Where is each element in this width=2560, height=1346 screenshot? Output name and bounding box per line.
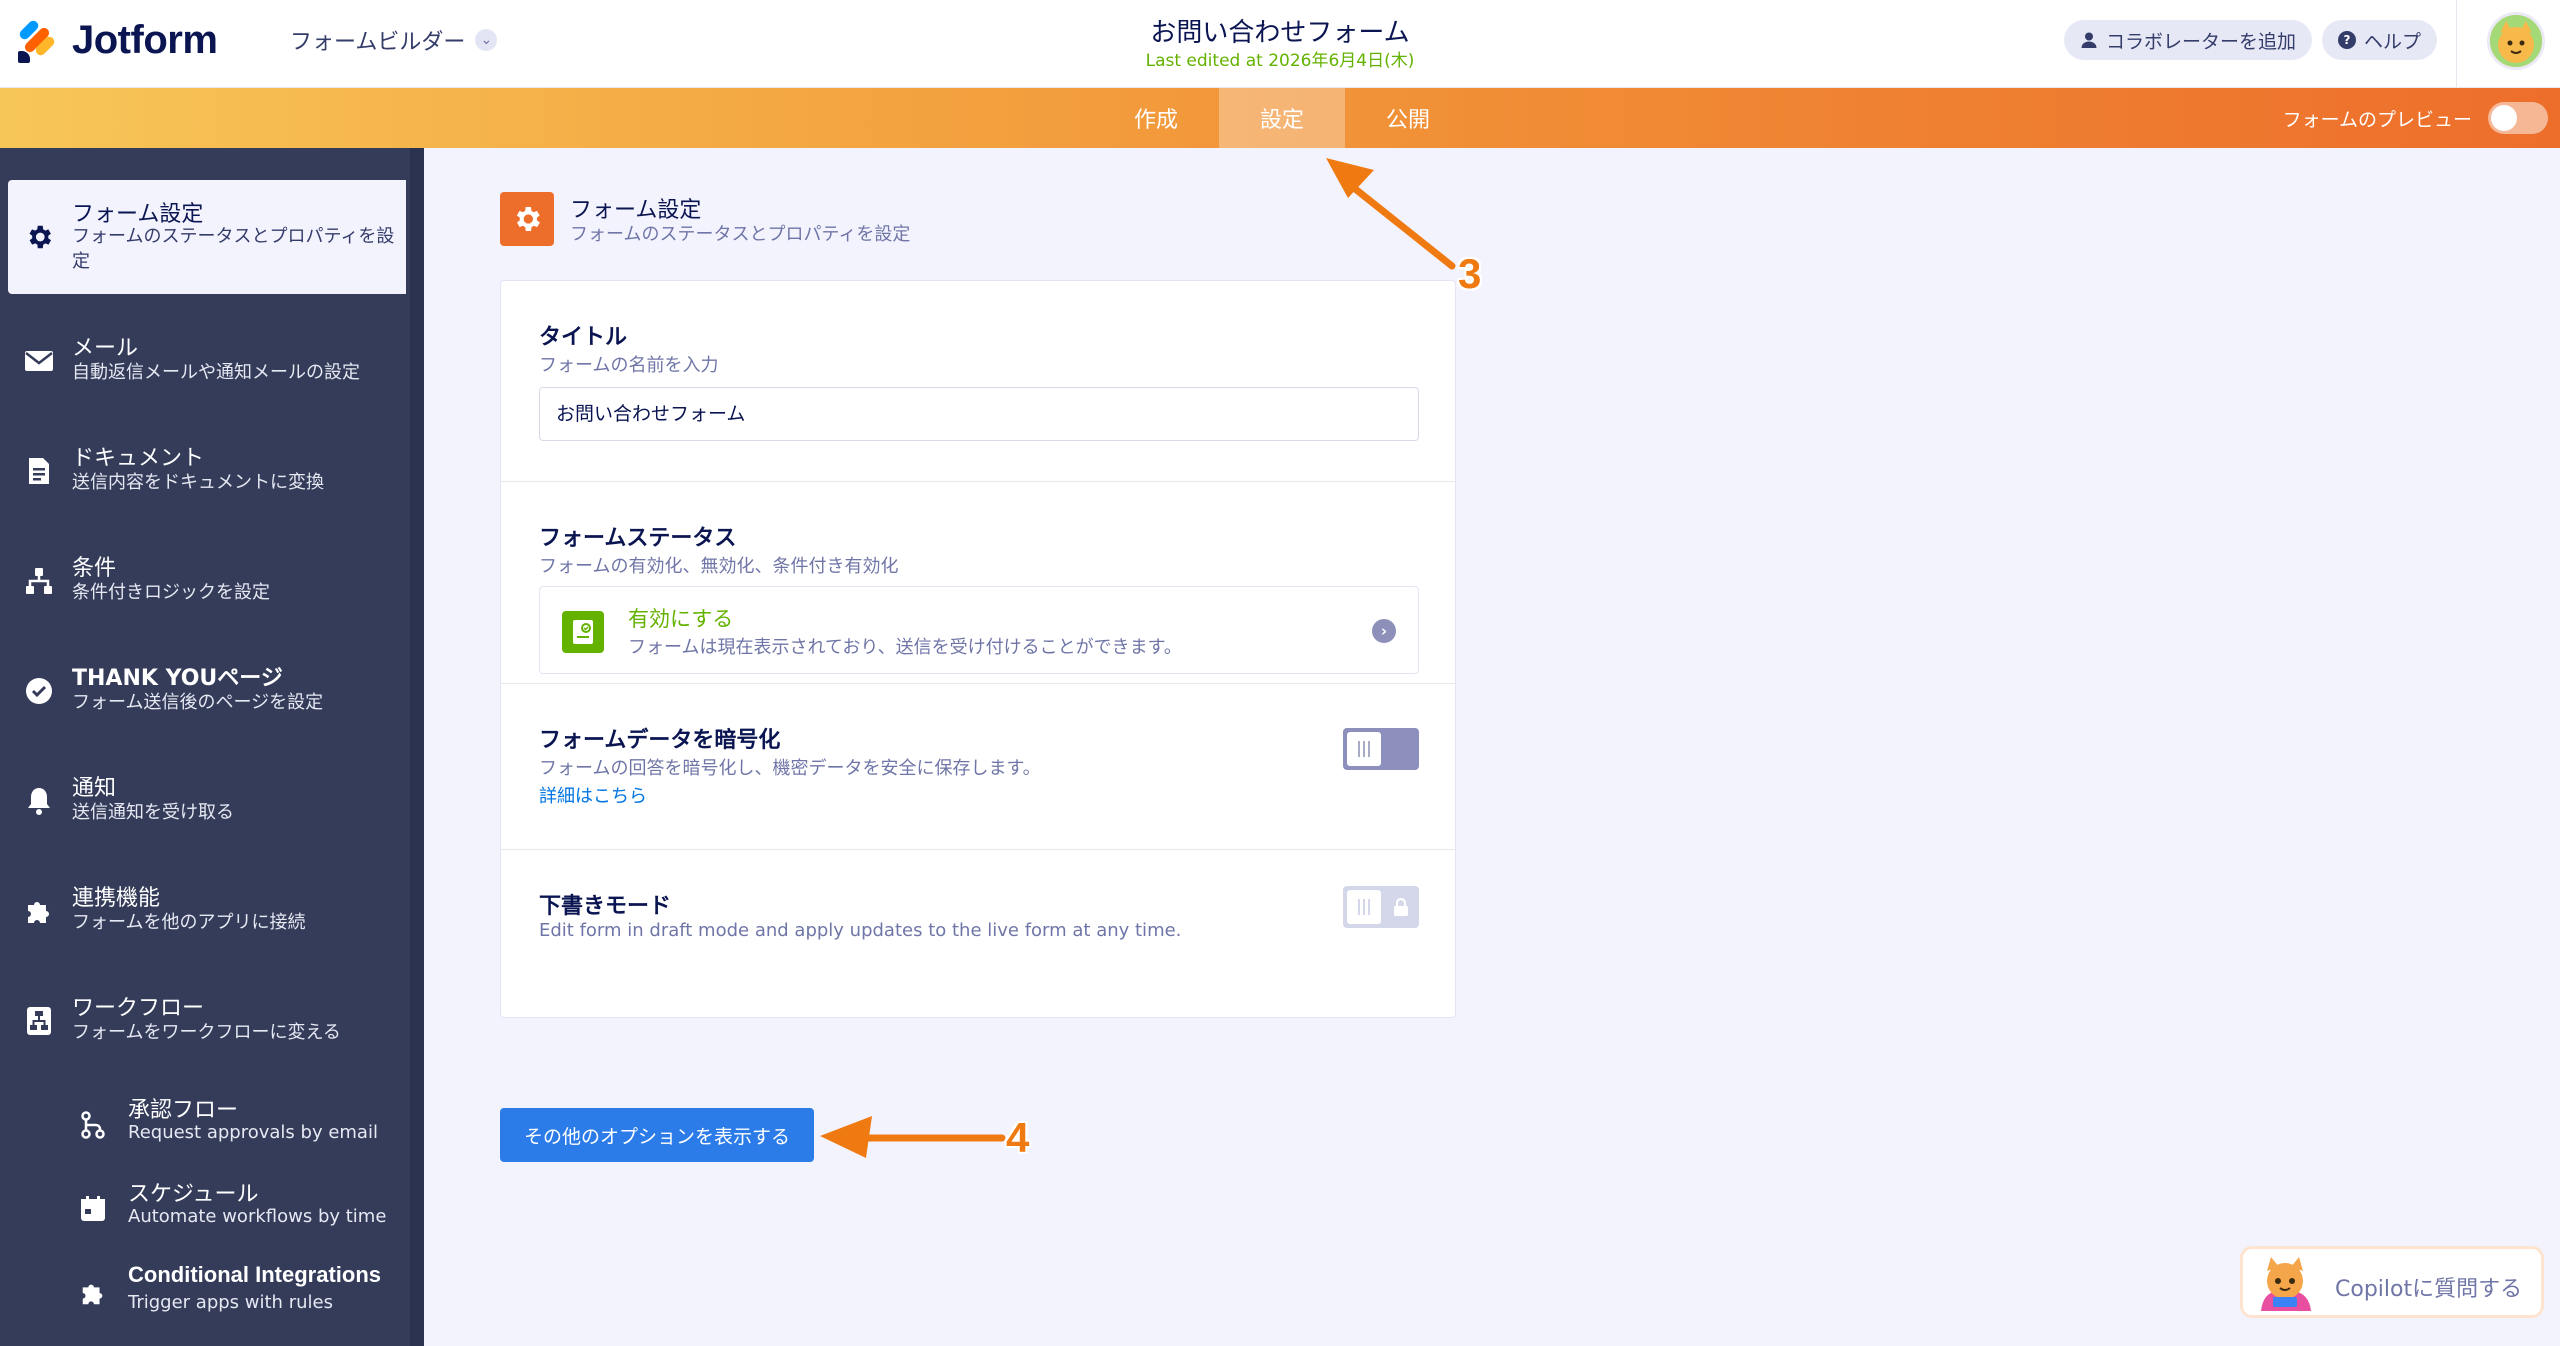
help-icon: ? [2338, 31, 2356, 49]
sidebar-item-title: スケジュール [128, 1182, 259, 1207]
gear-icon [22, 220, 56, 254]
title-label: タイトル [539, 325, 628, 350]
form-status-setting: フォームステータス フォームの有効化、無効化、条件付き有効化 有効にする フォー… [501, 481, 1455, 683]
document-icon [22, 454, 56, 488]
sidebar-item-subtitle: 送信通知を受け取る [72, 802, 234, 823]
encryption-label: フォームデータを暗号化 [539, 728, 781, 753]
help-label: ヘルプ [2364, 30, 2422, 53]
workflow-icon [22, 1004, 56, 1038]
sidebar-subitem-schedule[interactable]: スケジュール Automate workflows by time [0, 1168, 424, 1244]
help-button[interactable]: ? ヘルプ [2322, 20, 2438, 60]
status-description: フォームの有効化、無効化、条件付き有効化 [539, 556, 899, 577]
annotation-number-4: 4 [1006, 1114, 1030, 1161]
status-option-description: フォームは現在表示されており、送信を受け付けることができます。 [628, 637, 1182, 658]
tab-build[interactable]: 作成 [1093, 88, 1219, 148]
annotation-arrow-4 [820, 1116, 1006, 1158]
sidebar-scrollbar[interactable] [410, 148, 424, 1346]
calendar-icon [76, 1192, 110, 1226]
tab-publish-label: 公開 [1385, 108, 1430, 133]
sidebar-item-subtitle: 送信内容をドキュメントに変換 [72, 472, 324, 493]
sidebar-item-workflow[interactable]: ワークフロー フォームをワークフローに変える [0, 984, 424, 1074]
puzzle-icon [76, 1276, 110, 1310]
encryption-setting: フォームデータを暗号化 フォームの回答を暗号化し、機密データを安全に保存します。… [501, 683, 1455, 849]
tab-settings[interactable]: 設定 [1219, 88, 1345, 148]
sidebar-item-integrations[interactable]: 連携機能 フォームを他のアプリに接続 [0, 874, 424, 964]
sidebar-item-subtitle: 条件付きロジックを設定 [72, 582, 270, 603]
draft-mode-toggle[interactable] [1343, 886, 1419, 928]
tab-settings-label: 設定 [1259, 108, 1304, 133]
sidebar-item-subtitle: 自動返信メールや通知メールの設定 [72, 362, 360, 383]
status-option-title: 有効にする [628, 607, 734, 631]
top-header: Jotform フォームビルダー ⌄ お問い合わせフォーム Last edite… [0, 0, 2560, 88]
form-title-input[interactable]: お問い合わせフォーム [539, 387, 1419, 441]
draft-mode-label: 下書きモード [539, 894, 672, 919]
user-icon [2081, 32, 2097, 48]
sidebar-item-subtitle: フォームを他のアプリに接続 [72, 912, 306, 933]
draft-mode-setting: 下書きモード Edit form in draft mode and apply… [501, 849, 1455, 1017]
chevron-right-icon: › [1372, 619, 1396, 643]
annotation-number-3: 3 [1458, 250, 1482, 297]
status-label: フォームステータス [539, 526, 737, 551]
sidebar-item-conditions[interactable]: 条件 条件付きロジックを設定 [0, 544, 424, 634]
section-subtitle: フォームのステータスとプロパティを設定 [570, 224, 911, 245]
form-title[interactable]: お問い合わせフォーム [1150, 18, 1409, 48]
sidebar-subitem-conditional-integrations[interactable]: Conditional Integrations Trigger apps wi… [0, 1254, 424, 1330]
builder-nav-bar: 作成 設定 公開 フォームのプレビュー [0, 88, 2560, 148]
copilot-button[interactable]: Copilotに質問する [2240, 1246, 2544, 1318]
sidebar-subitem-approval-flow[interactable]: 承認フロー Request approvals by email [0, 1084, 424, 1160]
sidebar-item-subtitle: フォームをワークフローに変える [72, 1022, 341, 1043]
learn-more-link[interactable]: 詳細はこちら [539, 782, 647, 808]
status-selector[interactable]: 有効にする フォームは現在表示されており、送信を受け付けることができます。 › [539, 586, 1419, 674]
sidebar-item-subtitle: フォーム送信後のページを設定 [72, 692, 324, 713]
bell-icon [22, 784, 56, 818]
sidebar-item-form-settings[interactable]: フォーム設定 フォームのステータスとプロパティを設定 [8, 180, 406, 294]
sidebar-item-notifications[interactable]: 通知 送信通知を受け取る [0, 764, 424, 854]
settings-sidebar: フォーム設定 フォームのステータスとプロパティを設定 メール 自動返信メールや通… [0, 148, 424, 1346]
encryption-description: フォームの回答を暗号化し、機密データを安全に保存します。 [539, 758, 1041, 779]
sidebar-item-title: 承認フロー [128, 1098, 239, 1123]
lock-icon [1394, 898, 1408, 916]
sidebar-item-documents[interactable]: ドキュメント 送信内容をドキュメントに変換 [0, 434, 424, 524]
show-more-options-button[interactable]: その他のオプションを表示する [500, 1108, 814, 1162]
conditions-icon [22, 564, 56, 598]
add-collaborator-button[interactable]: コラボレーターを追加 [2064, 20, 2313, 60]
user-avatar[interactable] [2487, 12, 2545, 70]
form-preview-label: フォームのプレビュー [2282, 108, 2472, 131]
approval-flow-icon [76, 1108, 110, 1142]
form-preview-toggle[interactable] [2488, 102, 2548, 134]
form-settings-card: タイトル フォームの名前を入力 お問い合わせフォーム フォームステータス フォー… [500, 280, 1456, 1018]
check-circle-icon [22, 674, 56, 708]
sidebar-item-subtitle: Trigger apps with rules [128, 1292, 333, 1313]
add-collaborator-label: コラボレーターを追加 [2106, 30, 2297, 53]
puzzle-icon [22, 894, 56, 928]
form-enabled-icon [562, 611, 604, 653]
title-description: フォームの名前を入力 [539, 355, 719, 376]
copilot-label: Copilotに質問する [2335, 1277, 2523, 1302]
encryption-toggle[interactable] [1343, 728, 1419, 770]
sidebar-item-subtitle: Request approvals by email [128, 1122, 378, 1143]
sidebar-item-thank-you[interactable]: THANK YOUページ フォーム送信後のページを設定 [0, 654, 424, 744]
toggle-knob [1347, 732, 1381, 766]
copilot-mascot-icon [2253, 1257, 2317, 1313]
tab-build-label: 作成 [1133, 108, 1178, 133]
draft-mode-description: Edit form in draft mode and apply update… [539, 920, 1182, 941]
toggle-knob [1347, 890, 1381, 924]
mail-icon [22, 344, 56, 378]
sidebar-item-subtitle: フォームのステータスとプロパティを設定 [72, 226, 395, 272]
annotation-arrow-3 [1326, 158, 1456, 270]
gear-icon [500, 192, 554, 246]
tab-publish[interactable]: 公開 [1345, 88, 1471, 148]
sidebar-item-title: Conditional Integrations [128, 1262, 381, 1287]
sidebar-item-email[interactable]: メール 自動返信メールや通知メールの設定 [0, 324, 424, 414]
sidebar-item-subtitle: Automate workflows by time [128, 1206, 387, 1227]
avatar-icon [2490, 15, 2542, 67]
title-setting: タイトル フォームの名前を入力 お問い合わせフォーム [501, 281, 1455, 481]
